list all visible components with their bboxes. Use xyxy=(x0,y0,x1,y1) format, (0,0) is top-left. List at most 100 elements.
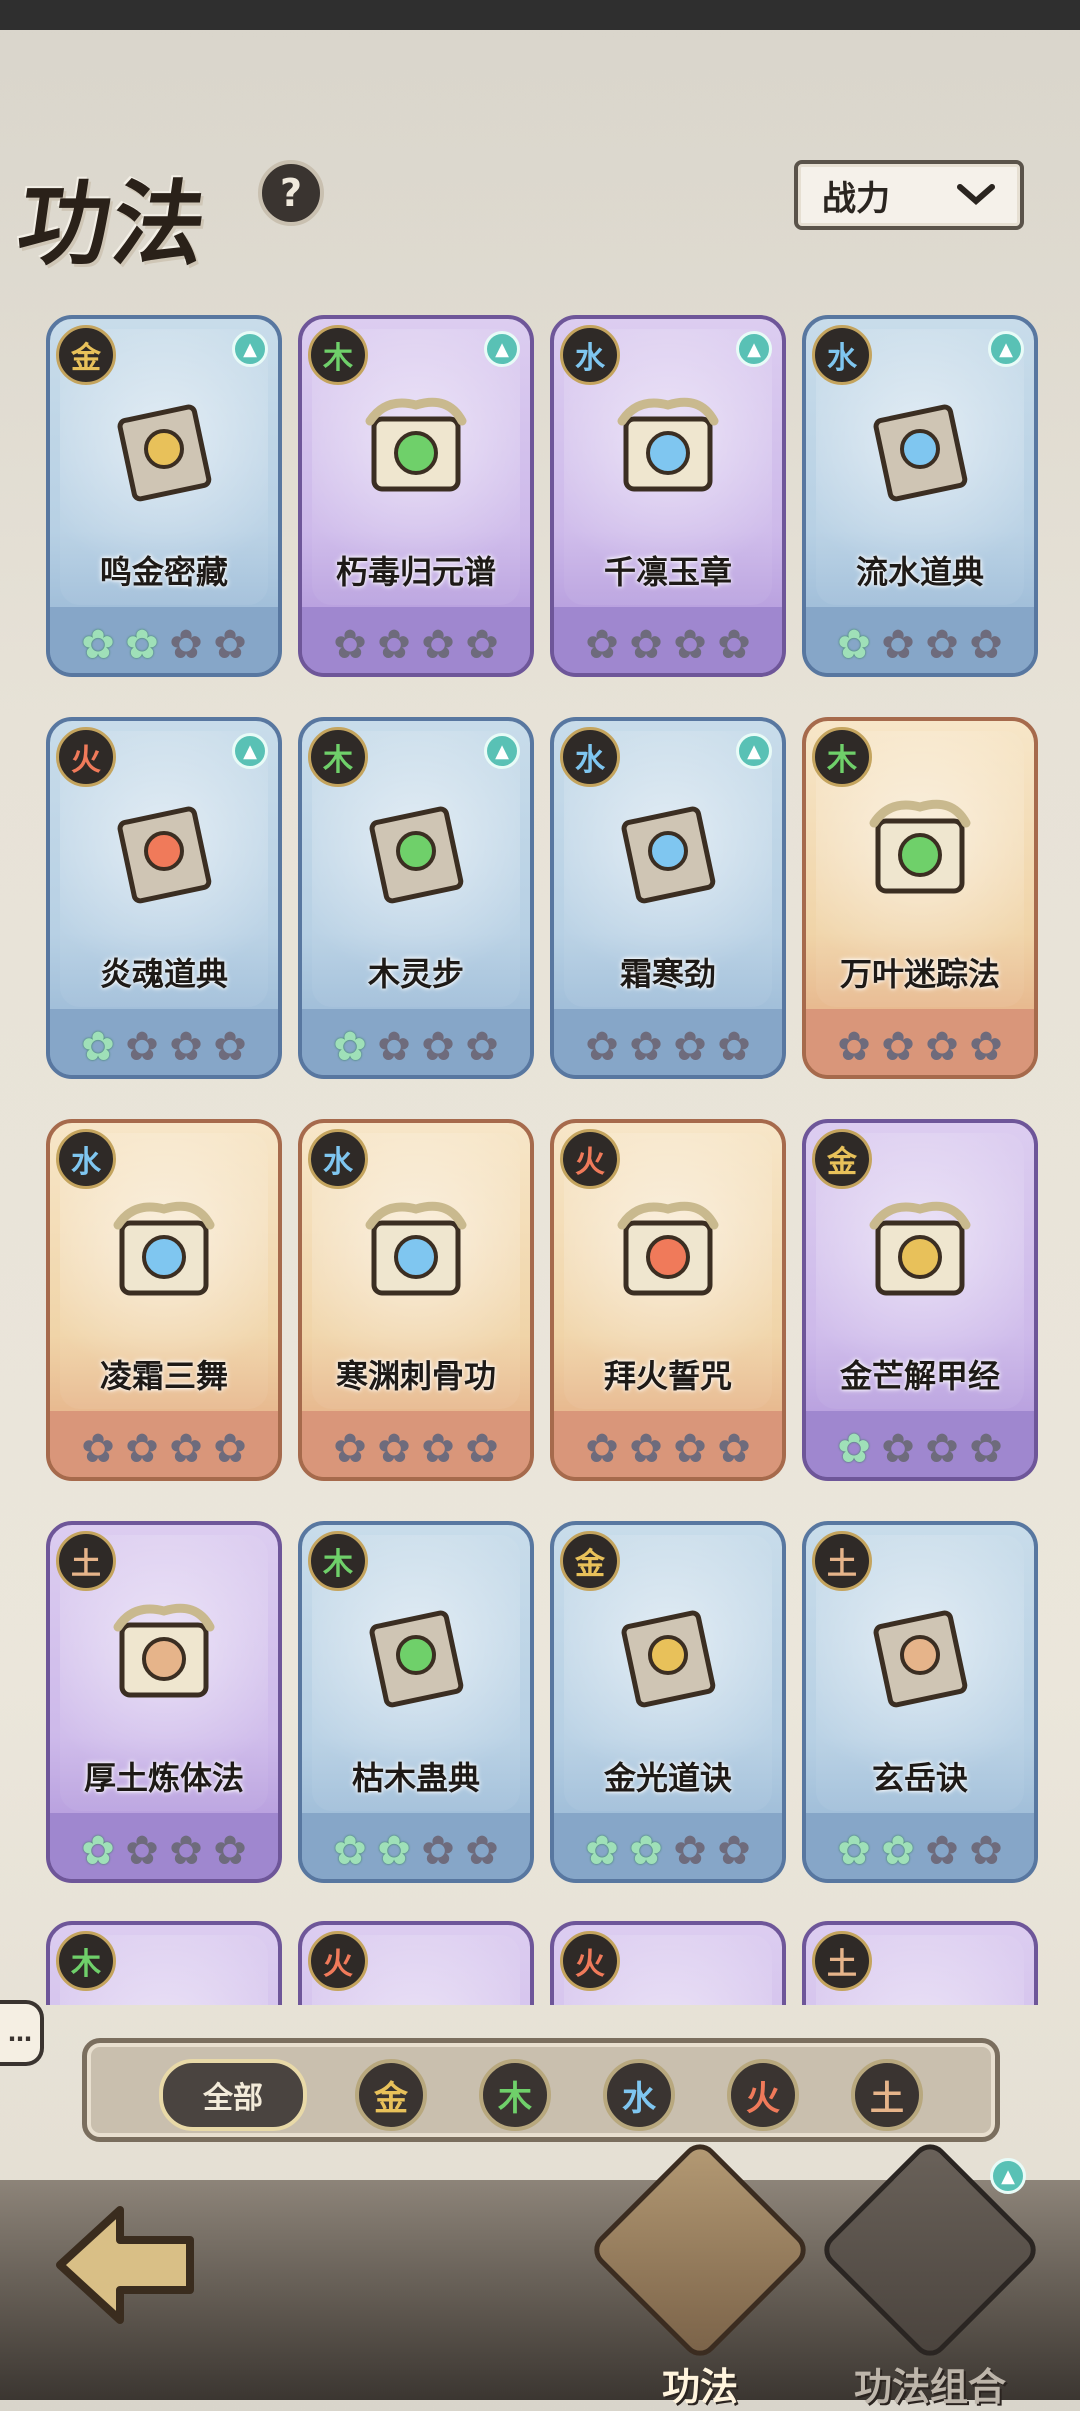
element-badge: 木 xyxy=(56,1931,116,1991)
skill-card[interactable]: 水 ▲ 千凛玉章 ✿ ✿ ✿ ✿ xyxy=(550,315,786,677)
filter-fire[interactable]: 火 xyxy=(727,2059,799,2131)
upgrade-indicator-icon: ▲ xyxy=(988,331,1024,367)
element-badge: 土 xyxy=(56,1531,116,1591)
star-icon: ✿ xyxy=(333,1024,367,1070)
element-badge: 火 xyxy=(308,1931,368,1991)
star-icon: ✿ xyxy=(465,1828,499,1874)
back-arrow-icon[interactable] xyxy=(40,2190,210,2340)
star-icon: ✿ xyxy=(125,1828,159,1874)
element-badge: 火 xyxy=(560,1129,620,1189)
star-icon: ✿ xyxy=(465,1024,499,1070)
star-icon: ✿ xyxy=(421,1024,455,1070)
skill-name: 万叶迷踪法 xyxy=(839,955,1000,993)
star-icon: ✿ xyxy=(465,1426,499,1472)
sort-label: 战力 xyxy=(822,178,890,219)
tab-skills[interactable]: 功法 xyxy=(586,2136,814,2411)
element-badge: 土 xyxy=(812,1531,872,1591)
skill-card[interactable]: 金 ▲ 鸣金密藏 ✿ ✿ ✿ ✿ xyxy=(46,315,282,677)
skill-card[interactable]: 金金光道诀 ✿ ✿ ✿ ✿ xyxy=(550,1521,786,1883)
book-axe-icon xyxy=(873,1610,968,1708)
skill-name: 木灵步 xyxy=(367,955,464,993)
skill-name: 金芒解甲经 xyxy=(839,1357,1000,1395)
skill-card[interactable]: 木枯木蛊典 ✿ ✿ ✿ ✿ xyxy=(298,1521,534,1883)
filter-water[interactable]: 水 xyxy=(603,2059,675,2131)
star-icon: ✿ xyxy=(969,1426,1003,1472)
dragon-scroll-ice-icon xyxy=(617,397,719,492)
star-icon: ✿ xyxy=(881,1828,915,1874)
skill-card[interactable]: 木 ▲ 朽毒归元谱 ✿ ✿ ✿ ✿ xyxy=(298,315,534,677)
skill-name: 霜寒劲 xyxy=(619,955,716,993)
skill-name: 千凛玉章 xyxy=(603,553,732,591)
element-badge: 火 xyxy=(560,1931,620,1991)
star-rating: ✿ ✿ ✿ ✿ xyxy=(806,1831,1034,1871)
dragon-scroll-crystal-icon xyxy=(365,1201,467,1296)
skill-name: 流水道典 xyxy=(855,553,984,591)
chevron-down-icon xyxy=(957,184,995,205)
sort-dropdown[interactable]: 战力 xyxy=(794,160,1024,230)
skill-card[interactable]: 土玄岳诀 ✿ ✿ ✿ ✿ xyxy=(802,1521,1038,1883)
filter-earth[interactable]: 土 xyxy=(851,2059,923,2131)
star-icon: ✿ xyxy=(717,622,751,668)
star-icon: ✿ xyxy=(125,1426,159,1472)
star-icon: ✿ xyxy=(881,1426,915,1472)
star-icon: ✿ xyxy=(673,1426,707,1472)
chat-icon[interactable]: … xyxy=(0,2000,44,2066)
dragon-scroll-ice-icon xyxy=(113,1201,215,1296)
upgrade-indicator-icon: ▲ xyxy=(736,331,772,367)
star-icon: ✿ xyxy=(925,1426,959,1472)
skill-card[interactable]: 火 ▲ 炎魂道典 ✿ ✿ ✿ ✿ xyxy=(46,717,282,1079)
star-icon: ✿ xyxy=(673,1828,707,1874)
star-icon: ✿ xyxy=(585,1426,619,1472)
star-rating: ✿ ✿ ✿ ✿ xyxy=(302,625,530,665)
book-leaf-icon xyxy=(369,806,464,904)
tab-skill-combo[interactable]: 功法组合 xyxy=(816,2136,1044,2411)
status-bar xyxy=(0,0,1080,30)
star-icon: ✿ xyxy=(837,1024,871,1070)
filter-wood[interactable]: 木 xyxy=(479,2059,551,2131)
skill-card[interactable]: 金金芒解甲经 ✿ ✿ ✿ ✿ xyxy=(802,1119,1038,1481)
skill-card[interactable]: 木万叶迷踪法 ✿ ✿ ✿ ✿ xyxy=(802,717,1038,1079)
star-icon: ✿ xyxy=(333,1828,367,1874)
star-icon: ✿ xyxy=(881,622,915,668)
upgrade-indicator-icon: ▲ xyxy=(484,733,520,769)
skill-card[interactable]: 木 ▲ 木灵步 ✿ ✿ ✿ ✿ xyxy=(298,717,534,1079)
star-icon: ✿ xyxy=(629,1828,663,1874)
skill-card[interactable]: 土厚土炼体法 ✿ ✿ ✿ ✿ xyxy=(46,1521,282,1883)
element-badge: 木 xyxy=(308,325,368,385)
star-icon: ✿ xyxy=(169,622,203,668)
dragon-scroll-leaf-icon xyxy=(869,799,971,894)
skill-card[interactable]: 火 xyxy=(550,1921,786,2005)
book-poison-icon xyxy=(369,1610,464,1708)
skill-card[interactable]: 土 xyxy=(802,1921,1038,2005)
star-icon: ✿ xyxy=(585,1828,619,1874)
star-icon: ✿ xyxy=(81,1828,115,1874)
book-star-icon xyxy=(621,1610,716,1708)
star-rating: ✿ ✿ ✿ ✿ xyxy=(554,1831,782,1871)
filter-all[interactable]: 全部 xyxy=(159,2059,307,2131)
star-icon: ✿ xyxy=(717,1828,751,1874)
skill-card[interactable]: 水 ▲ 霜寒劲 ✿ ✿ ✿ ✿ xyxy=(550,717,786,1079)
star-icon: ✿ xyxy=(969,1024,1003,1070)
skill-card[interactable]: 水寒渊刺骨功 ✿ ✿ ✿ ✿ xyxy=(298,1119,534,1481)
help-button[interactable]: ? xyxy=(258,160,324,226)
upgrade-indicator-icon: ▲ xyxy=(484,331,520,367)
skill-card[interactable]: 火 xyxy=(298,1921,534,2005)
skill-name: 朽毒归元谱 xyxy=(335,553,496,591)
star-icon: ✿ xyxy=(125,1024,159,1070)
star-rating: ✿ ✿ ✿ ✿ xyxy=(302,1429,530,1469)
skill-card[interactable]: 木 xyxy=(46,1921,282,2005)
star-icon: ✿ xyxy=(585,622,619,668)
star-icon: ✿ xyxy=(169,1024,203,1070)
skill-card[interactable]: 火拜火誓咒 ✿ ✿ ✿ ✿ xyxy=(550,1119,786,1481)
star-rating: ✿ ✿ ✿ ✿ xyxy=(554,625,782,665)
element-badge: 木 xyxy=(308,1531,368,1591)
element-badge: 土 xyxy=(812,1931,872,1991)
element-badge: 火 xyxy=(56,727,116,787)
star-rating: ✿ ✿ ✿ ✿ xyxy=(806,1027,1034,1067)
skill-card[interactable]: 水凌霜三舞 ✿ ✿ ✿ ✿ xyxy=(46,1119,282,1481)
skill-card[interactable]: 水 ▲ 流水道典 ✿ ✿ ✿ ✿ xyxy=(802,315,1038,677)
star-icon: ✿ xyxy=(925,1828,959,1874)
upgrade-indicator-icon: ▲ xyxy=(232,733,268,769)
filter-metal[interactable]: 金 xyxy=(355,2059,427,2131)
star-icon: ✿ xyxy=(377,622,411,668)
